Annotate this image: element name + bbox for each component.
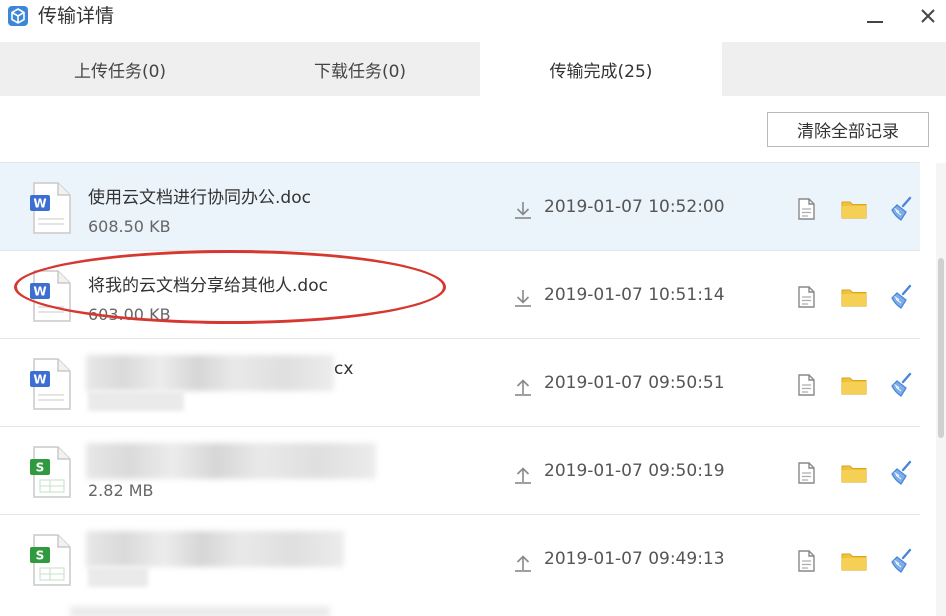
clear-all-records-button[interactable]: 清除全部记录 [767, 112, 929, 147]
remove-record-button[interactable] [888, 547, 916, 575]
svg-text:W: W [33, 373, 46, 387]
remove-record-button[interactable] [888, 283, 916, 311]
tab-bar: 上传任务(0) 下载任务(0) 传输完成(25) [0, 42, 946, 96]
minimize-icon [867, 21, 883, 23]
scrollbar-thumb[interactable] [938, 258, 944, 438]
file-size: 608.50 KB [88, 217, 171, 236]
transfer-time: 2019-01-07 10:52:00 [544, 197, 725, 217]
open-folder-button[interactable] [840, 459, 868, 487]
list-item[interactable]: S 2.82 MB 2019-01-07 09:50:19 [0, 427, 920, 515]
redacted-content [70, 606, 330, 616]
open-folder-button[interactable] [840, 283, 868, 311]
svg-text:S: S [36, 461, 45, 475]
folder-icon [841, 289, 867, 307]
document-icon [798, 550, 815, 572]
folder-icon [841, 465, 867, 483]
broom-icon [891, 284, 912, 309]
tab-upload-tasks[interactable]: 上传任务(0) [0, 42, 240, 96]
redacted-file-size [88, 391, 184, 411]
transfer-list: W 使用云文档进行协同办公.doc 608.50 KB 2019-01-07 1… [0, 163, 920, 616]
upload-arrow-icon [515, 555, 531, 572]
open-file-button[interactable] [792, 547, 820, 575]
folder-icon [841, 553, 867, 571]
document-icon [798, 462, 815, 484]
remove-record-button[interactable] [888, 371, 916, 399]
transfer-time: 2019-01-07 10:51:14 [544, 285, 725, 305]
folder-icon [841, 201, 867, 219]
download-arrow-icon [515, 202, 531, 219]
transfer-time: 2019-01-07 09:49:13 [544, 549, 725, 569]
file-name: cx [334, 359, 354, 379]
word-file-icon: W [30, 270, 71, 322]
open-folder-button[interactable] [840, 547, 868, 575]
toolbar: 清除全部记录 [0, 96, 946, 162]
download-arrow-icon [515, 290, 531, 307]
transfer-details-window: 传输详情 上传任务(0) 下载任务(0) 传输完成(25) 清除全部记录 W 使… [0, 0, 946, 616]
svg-text:W: W [33, 197, 46, 211]
window-title: 传输详情 [38, 5, 115, 27]
tab-transfer-complete[interactable]: 传输完成(25) [480, 42, 722, 96]
title-bar: 传输详情 [0, 0, 946, 42]
transfer-time: 2019-01-07 09:50:19 [544, 461, 725, 481]
scrollbar[interactable] [936, 163, 946, 616]
redacted-file-name [86, 355, 334, 391]
svg-text:S: S [36, 549, 45, 563]
close-icon [921, 9, 935, 23]
redacted-file-name [86, 443, 376, 479]
broom-icon [891, 460, 912, 485]
list-item[interactable]: W cx 2019-01-07 09:50:51 [0, 339, 920, 427]
tab-download-tasks[interactable]: 下载任务(0) [240, 42, 480, 96]
open-folder-button[interactable] [840, 371, 868, 399]
list-item[interactable]: S 2019-01-07 09:49:13 [0, 515, 920, 603]
remove-record-button[interactable] [888, 195, 916, 223]
upload-arrow-icon [515, 467, 531, 484]
spreadsheet-file-icon: S [30, 534, 71, 586]
redacted-file-size [88, 567, 148, 587]
folder-icon [841, 377, 867, 395]
broom-icon [891, 548, 912, 573]
open-file-button[interactable] [792, 459, 820, 487]
upload-arrow-icon [515, 379, 531, 396]
broom-icon [891, 196, 912, 221]
redacted-file-name [86, 531, 344, 567]
document-icon [798, 374, 815, 396]
cloud-box-icon [8, 6, 28, 26]
broom-icon [891, 372, 912, 397]
open-file-button[interactable] [792, 371, 820, 399]
list-item[interactable]: W 使用云文档进行协同办公.doc 608.50 KB 2019-01-07 1… [0, 163, 920, 251]
file-name: 将我的云文档分享给其他人.doc [88, 276, 328, 296]
list-item[interactable]: W 将我的云文档分享给其他人.doc 603.00 KB 2019-01-07 … [0, 251, 920, 339]
remove-record-button[interactable] [888, 459, 916, 487]
minimize-button[interactable] [860, 2, 890, 30]
svg-text:W: W [33, 285, 46, 299]
document-icon [798, 198, 815, 220]
word-file-icon: W [30, 358, 71, 410]
partial-list-item [0, 602, 920, 616]
close-button[interactable] [913, 2, 943, 30]
file-size: 2.82 MB [88, 481, 154, 500]
word-file-icon: W [30, 182, 71, 234]
document-icon [798, 286, 815, 308]
open-file-button[interactable] [792, 283, 820, 311]
open-folder-button[interactable] [840, 195, 868, 223]
file-size: 603.00 KB [88, 305, 171, 324]
file-name: 使用云文档进行协同办公.doc [88, 188, 311, 208]
transfer-time: 2019-01-07 09:50:51 [544, 373, 725, 393]
spreadsheet-file-icon: S [30, 446, 71, 498]
open-file-button[interactable] [792, 195, 820, 223]
